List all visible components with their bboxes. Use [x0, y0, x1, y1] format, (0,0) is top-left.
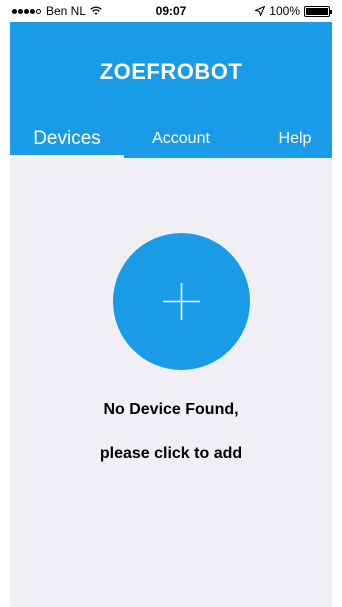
- add-device-button[interactable]: [113, 233, 250, 370]
- tab-account-label: Account: [152, 130, 210, 147]
- tab-bar: Devices Account Help: [10, 118, 332, 158]
- status-right: 100%: [255, 4, 332, 18]
- devices-panel: No Device Found, please click to add: [10, 158, 332, 607]
- battery-percentage: 100%: [269, 4, 300, 18]
- location-arrow-icon: [255, 6, 266, 16]
- app-header: ZOEFROBOT Devices Account Help: [10, 22, 332, 158]
- page-title: ZOEFROBOT: [99, 59, 243, 84]
- empty-state-hint: please click to add: [99, 445, 243, 462]
- battery-icon: [304, 5, 332, 17]
- plus-icon: [163, 283, 200, 320]
- tab-devices[interactable]: Devices: [10, 118, 124, 158]
- tab-help-label: Help: [278, 130, 312, 147]
- status-bar: Ben NL 09:07 100%: [10, 0, 332, 22]
- empty-state-message: No Device Found,: [103, 401, 239, 418]
- tab-account[interactable]: Account: [124, 118, 238, 158]
- tab-devices-label: Devices: [33, 128, 101, 149]
- tab-help[interactable]: Help: [238, 118, 332, 158]
- app-screen: Ben NL 09:07 100% ZOEFROBOT Devices Acco…: [10, 0, 332, 607]
